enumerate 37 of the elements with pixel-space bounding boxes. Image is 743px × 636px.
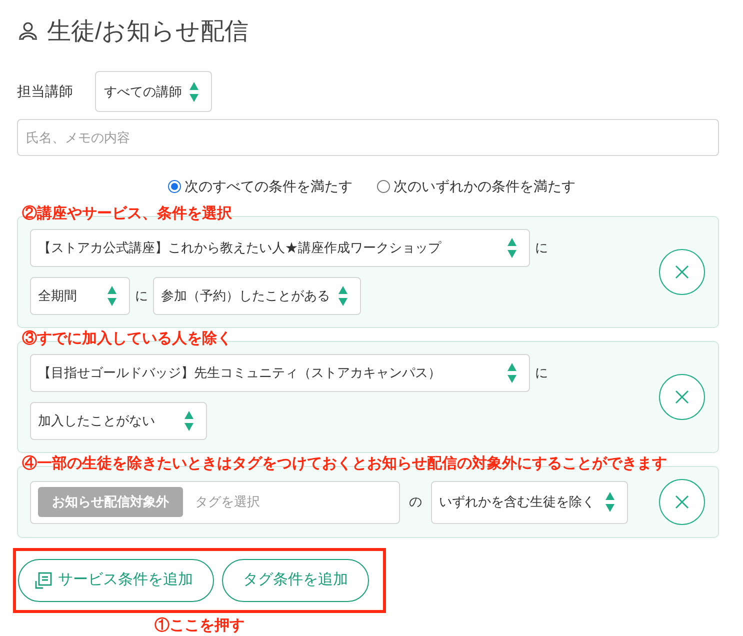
remove-condition-button[interactable] <box>659 479 705 525</box>
remove-condition-button[interactable] <box>659 374 705 420</box>
sort-arrows-icon <box>189 80 199 102</box>
sort-arrows-icon <box>338 285 348 307</box>
close-icon <box>675 265 689 279</box>
sort-arrows-icon <box>507 362 517 384</box>
close-icon <box>675 390 689 404</box>
search-field[interactable]: 氏名、メモの内容 <box>17 119 719 156</box>
sort-arrows-icon <box>605 491 615 513</box>
page-title: 生徒/お知らせ配信 <box>47 17 249 47</box>
mode-select[interactable]: いずれかを含む生徒を除く <box>431 480 628 524</box>
joiner-text: に <box>134 287 149 306</box>
person-icon <box>17 21 39 43</box>
joiner-text: に <box>534 239 549 258</box>
callout-text: ①ここを押す <box>154 616 244 636</box>
service-select[interactable]: 【目指せゴールドバッジ】先生コミュニティ（ストアカキャンパス） <box>30 354 530 392</box>
tag-placeholder: タグを選択 <box>195 493 260 512</box>
sort-arrows-icon <box>507 237 517 259</box>
instructor-select[interactable]: すべての講師 <box>95 71 212 112</box>
service-select[interactable]: 【ストアカ公式講座】これから教えたい人★講座作成ワークショップ <box>30 229 530 267</box>
close-icon <box>675 495 689 509</box>
match-radio[interactable]: 次のすべての条件を満たす <box>168 176 352 197</box>
document-icon <box>35 572 52 589</box>
joiner-text: に <box>534 364 549 382</box>
annotation-text: ④一部の生徒を除きたいときはタグをつけておくとお知らせ配信の対象外にすることができます <box>21 456 668 472</box>
instructor-label: 担当講師 <box>17 82 73 101</box>
joiner-text: の <box>408 493 423 512</box>
period-select[interactable]: 全期間 <box>30 277 130 315</box>
sort-arrows-icon <box>107 285 117 307</box>
annotation-text: ③すでに加入している人を除く <box>21 331 233 347</box>
annotation-text: ②講座やサービス、条件を選択 <box>21 206 233 222</box>
status-select[interactable]: 参加（予約）したことがある <box>153 277 361 315</box>
match-radio[interactable]: 次のいずれかの条件を満たす <box>376 176 576 197</box>
sort-arrows-icon <box>184 410 194 432</box>
remove-condition-button[interactable] <box>659 249 705 295</box>
status-select[interactable]: 加入したことがない <box>30 402 207 440</box>
tag-chip: お知らせ配信対象外 <box>38 487 183 517</box>
